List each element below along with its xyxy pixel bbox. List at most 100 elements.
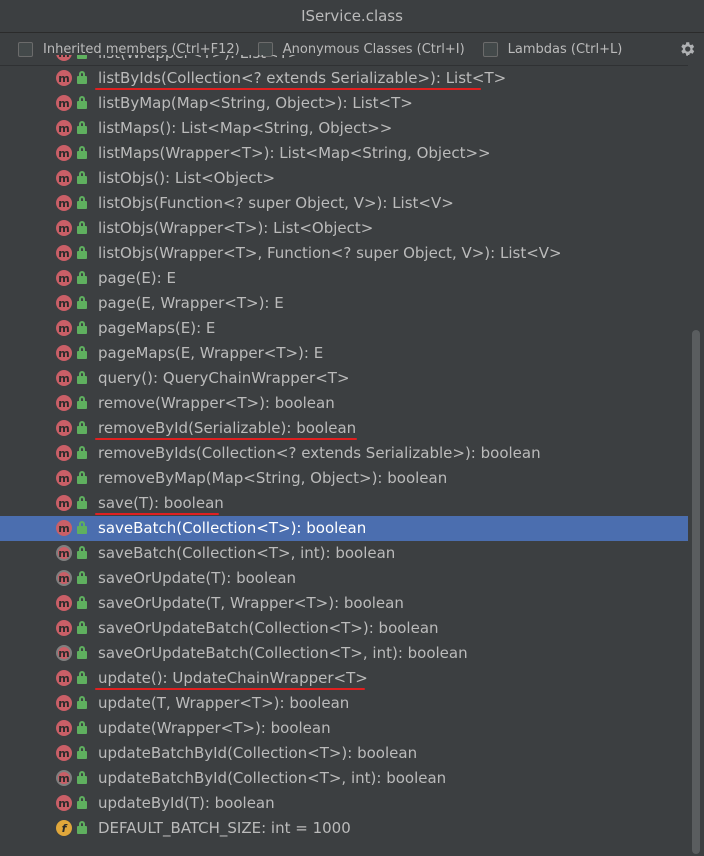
member-signature: removeByMap(Map<String, Object>): boolea… [98,469,448,487]
method-row[interactable]: m listByMap(Map<String, Object>): List<T> [0,91,688,116]
method-row[interactable]: m updateById(T): boolean [0,791,688,816]
method-row[interactable]: m removeByMap(Map<String, Object>): boole… [0,466,688,491]
public-access-lock-icon [77,196,87,209]
method-icon: m [56,595,72,611]
public-access-lock-icon [77,96,87,109]
method-row[interactable]: m save(T): boolean [0,491,688,516]
method-icon: m [56,470,72,486]
method-icon: m [56,120,72,136]
public-access-lock-icon [77,621,87,634]
member-signature: remove(Wrapper<T>): boolean [98,394,335,412]
method-icon: m [56,145,72,161]
public-access-lock-icon [77,246,87,259]
public-access-lock-icon [77,321,87,334]
public-access-lock-icon [77,596,87,609]
public-access-lock-icon [77,696,87,709]
method-row[interactable]: m updateBatchById(Collection<T>): boolean [0,741,688,766]
method-row[interactable]: m saveOrUpdate(T): boolean [0,566,688,591]
method-row[interactable]: m listObjs(): List<Object> [0,166,688,191]
method-row[interactable]: m listObjs(Function<? super Object, V>): … [0,191,688,216]
member-signature: update(T, Wrapper<T>): boolean [98,694,350,712]
member-signature: updateBatchById(Collection<T>, int): boo… [98,769,447,787]
public-access-lock-icon [77,146,87,159]
method-row[interactable]: m page(E): E [0,266,688,291]
member-signature: listMaps(Wrapper<T>): List<Map<String, O… [98,144,491,162]
member-signature: list(Wrapper<T>): List<T> [98,55,300,62]
method-icon: m [56,520,72,536]
method-icon: m [56,445,72,461]
method-icon: m [56,295,72,311]
member-list[interactable]: m list(Wrapper<T>): List<T> m listByIds(Col… [0,55,704,856]
member-signature: listObjs(Wrapper<T>, Function<? super Ob… [98,244,562,262]
public-access-lock-icon [77,271,87,284]
vertical-scrollbar[interactable] [688,55,704,856]
public-access-lock-icon [77,346,87,359]
method-row[interactable]: m page(E, Wrapper<T>): E [0,291,688,316]
method-row[interactable]: m list(Wrapper<T>): List<T> [0,55,688,66]
red-annotation-underline [95,438,357,440]
method-row[interactable]: m remove(Wrapper<T>): boolean [0,391,688,416]
method-row[interactable]: m pageMaps(E, Wrapper<T>): E [0,341,688,366]
public-access-lock-icon [77,521,87,534]
method-icon: m [56,370,72,386]
method-row[interactable]: m listByIds(Collection<? extends Serializ… [0,66,688,91]
method-row[interactable]: m updateBatchById(Collection<T>, int): bo… [0,766,688,791]
method-row[interactable]: m saveOrUpdateBatch(Collection<T>): boole… [0,616,688,641]
method-icon: m [56,270,72,286]
member-signature: update(): UpdateChainWrapper<T> [98,669,368,687]
method-row[interactable]: m saveOrUpdate(T, Wrapper<T>): boolean [0,591,688,616]
method-icon: m [56,795,72,811]
method-row[interactable]: m saveOrUpdateBatch(Collection<T>, int): … [0,641,688,666]
member-signature: listByIds(Collection<? extends Serializa… [98,69,507,87]
member-signature: saveBatch(Collection<T>, int): boolean [98,544,396,562]
window-title: IService.class [301,7,403,25]
method-row[interactable]: m listMaps(Wrapper<T>): List<Map<String, … [0,141,688,166]
public-access-lock-icon [77,646,87,659]
method-row[interactable]: m update(): UpdateChainWrapper<T> [0,666,688,691]
public-access-lock-icon [77,821,87,834]
method-row[interactable]: m listObjs(Wrapper<T>): List<Object> [0,216,688,241]
method-icon: m [56,420,72,436]
method-icon: m [56,95,72,111]
member-signature: DEFAULT_BATCH_SIZE: int = 1000 [98,819,351,837]
public-access-lock-icon [77,71,87,84]
public-access-lock-icon [77,471,87,484]
method-row[interactable]: m removeById(Serializable): boolean [0,416,688,441]
member-signature: saveBatch(Collection<T>): boolean [98,519,367,537]
method-icon: m [56,695,72,711]
member-signature: listMaps(): List<Map<String, Object>> [98,119,393,137]
method-row[interactable]: m removeByIds(Collection<? extends Serial… [0,441,688,466]
field-row[interactable]: f DEFAULT_BATCH_SIZE: int = 1000 [0,816,688,841]
method-row[interactable]: m pageMaps(E): E [0,316,688,341]
member-signature: updateById(T): boolean [98,794,275,812]
public-access-lock-icon [77,771,87,784]
member-signature: saveOrUpdate(T, Wrapper<T>): boolean [98,594,404,612]
method-icon: m [56,70,72,86]
method-row[interactable]: m update(T, Wrapper<T>): boolean [0,691,688,716]
method-icon: m [56,55,72,61]
method-icon: m [56,670,72,686]
public-access-lock-icon [77,746,87,759]
public-access-lock-icon [77,671,87,684]
member-signature: saveOrUpdate(T): boolean [98,569,297,587]
method-icon: m [56,495,72,511]
method-icon: m [56,195,72,211]
member-signature: listObjs(Function<? super Object, V>): L… [98,194,454,212]
public-access-lock-icon [77,496,87,509]
public-access-lock-icon [77,55,87,59]
method-row[interactable]: m update(Wrapper<T>): boolean [0,716,688,741]
method-icon: m [56,170,72,186]
red-annotation-underline [95,88,481,90]
scrollbar-thumb[interactable] [692,330,700,854]
public-access-lock-icon [77,721,87,734]
public-access-lock-icon [77,421,87,434]
public-access-lock-icon [77,121,87,134]
method-row[interactable]: m listMaps(): List<Map<String, Object>> [0,116,688,141]
method-row[interactable]: m saveBatch(Collection<T>, int): boolean [0,541,688,566]
member-signature: pageMaps(E, Wrapper<T>): E [98,344,324,362]
member-signature: page(E, Wrapper<T>): E [98,294,284,312]
method-row[interactable]: m saveBatch(Collection<T>): boolean [0,516,688,541]
member-signature: query(): QueryChainWrapper<T> [98,369,350,387]
method-row[interactable]: m query(): QueryChainWrapper<T> [0,366,688,391]
method-row[interactable]: m listObjs(Wrapper<T>, Function<? super O… [0,241,688,266]
